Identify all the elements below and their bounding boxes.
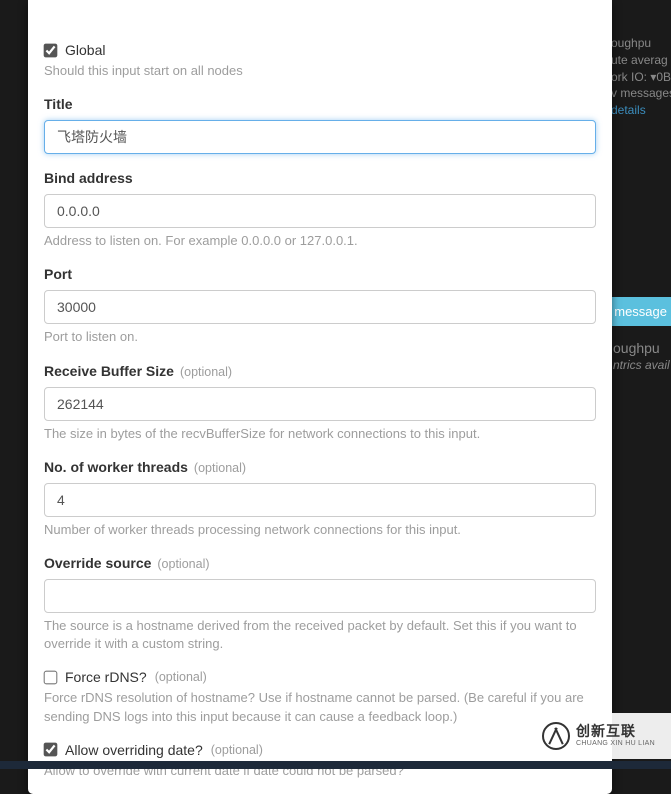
rdns-checkbox[interactable] bbox=[44, 670, 58, 684]
override-optional: (optional) bbox=[157, 557, 209, 571]
override-help: The source is a hostname derived from th… bbox=[44, 617, 596, 653]
global-label: Global bbox=[65, 42, 105, 58]
watermark-en: CHUANG XIN HU LIAN bbox=[576, 740, 655, 748]
workers-optional: (optional) bbox=[194, 461, 246, 475]
rdns-label: Force rDNS? bbox=[65, 669, 147, 685]
workers-label: No. of worker threads bbox=[44, 459, 188, 475]
port-help: Port to listen on. bbox=[44, 328, 596, 346]
taskbar bbox=[0, 761, 671, 769]
recv-optional: (optional) bbox=[180, 365, 232, 379]
title-label: Title bbox=[44, 96, 73, 112]
bind-address-input[interactable] bbox=[44, 194, 596, 228]
rdns-help: Force rDNS resolution of hostname? Use i… bbox=[44, 689, 596, 725]
watermark-logo-icon bbox=[542, 722, 570, 750]
override-label: Override source bbox=[44, 555, 151, 571]
global-help: Should this input start on all nodes bbox=[44, 62, 596, 80]
title-input[interactable] bbox=[44, 120, 596, 154]
recv-buffer-input[interactable] bbox=[44, 387, 596, 421]
port-input[interactable] bbox=[44, 290, 596, 324]
details-link[interactable]: details bbox=[611, 103, 646, 117]
recv-help: The size in bytes of the recvBufferSize … bbox=[44, 425, 596, 443]
port-label: Port bbox=[44, 266, 72, 282]
rdns-optional: (optional) bbox=[155, 670, 207, 684]
rdns-checkbox-row[interactable]: Force rDNS? (optional) bbox=[44, 669, 596, 685]
worker-threads-input[interactable] bbox=[44, 483, 596, 517]
workers-help: Number of worker threads processing netw… bbox=[44, 521, 596, 539]
override-source-input[interactable] bbox=[44, 579, 596, 613]
background-stats-2: oughpu ntrics avail bbox=[613, 340, 671, 372]
allowdate-checkbox[interactable] bbox=[44, 743, 58, 757]
watermark: 创新互联 CHUANG XIN HU LIAN bbox=[526, 713, 671, 759]
watermark-cn: 创新互联 bbox=[576, 724, 655, 739]
allowdate-checkbox-row[interactable]: Allow overriding date? (optional) bbox=[44, 742, 596, 758]
recv-label: Receive Buffer Size bbox=[44, 363, 174, 379]
input-config-modal: Global Should this input start on all no… bbox=[28, 0, 612, 794]
global-checkbox[interactable] bbox=[44, 43, 58, 57]
background-stats: oughpu ute averag ork IO: ▾0B v messages… bbox=[611, 35, 671, 119]
allowdate-optional: (optional) bbox=[211, 743, 263, 757]
bind-label: Bind address bbox=[44, 170, 133, 186]
allowdate-label: Allow overriding date? bbox=[65, 742, 203, 758]
message-button[interactable]: message bbox=[606, 297, 671, 326]
global-checkbox-row[interactable]: Global bbox=[44, 42, 596, 58]
bind-help: Address to listen on. For example 0.0.0.… bbox=[44, 232, 596, 250]
